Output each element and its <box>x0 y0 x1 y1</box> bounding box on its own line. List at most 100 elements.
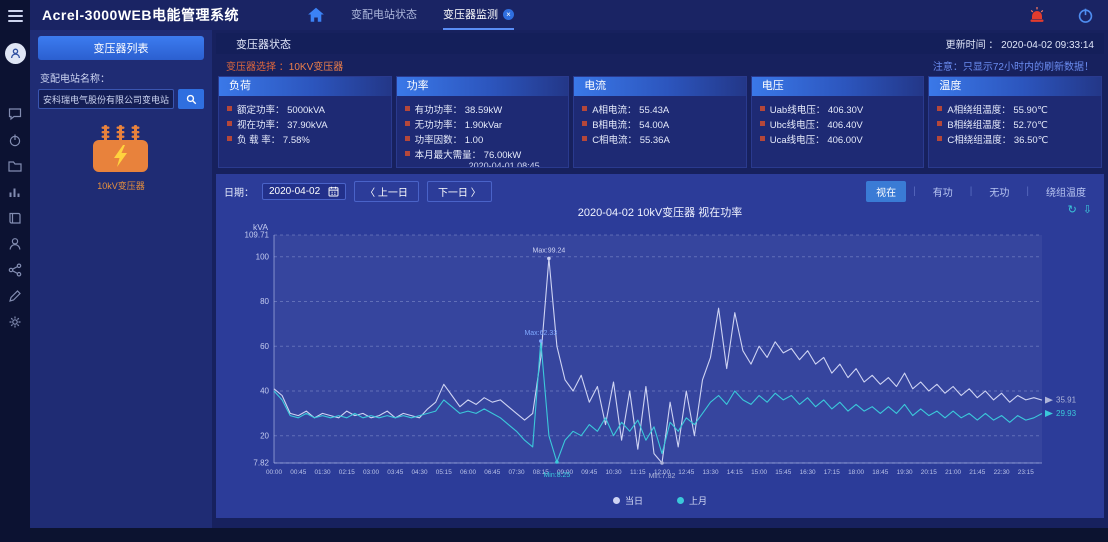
chart-panel: 日期： 2020-04-02 〈 上一日 下一日 〉 视在|有功|无功|绕组温度… <box>216 174 1104 518</box>
metric-tab-2[interactable]: 有功 <box>923 181 963 202</box>
metric-tab-4[interactable]: 绕组温度 <box>1036 181 1096 202</box>
metric-text: A相电流： 55.43A <box>592 102 669 116</box>
next-day-button[interactable]: 下一日 〉 <box>427 181 492 202</box>
svg-text:05:15: 05:15 <box>436 469 452 476</box>
card-metric: A相绕组温度： 55.90℃ <box>937 101 1095 116</box>
selector-label: 变压器选择 ： <box>226 62 289 73</box>
icon-rail <box>0 0 30 542</box>
status-card: 电压Uab线电压： 406.30VUbc线电压： 406.40VUca线电压： … <box>751 76 925 168</box>
calendar-icon <box>328 186 339 197</box>
home-icon[interactable] <box>307 6 325 24</box>
search-button[interactable] <box>178 89 204 109</box>
metric-text: 额定功率： 5000kVA <box>237 102 325 116</box>
restore-icon[interactable]: ↻ <box>1068 203 1077 217</box>
transformer-selector[interactable]: 变压器选择 ：10KV变压器 <box>226 58 343 73</box>
card-title: 负荷 <box>219 77 391 96</box>
gear-icon[interactable] <box>7 314 23 330</box>
svg-text:29.93: 29.93 <box>1056 409 1077 418</box>
card-metric: Uca线电压： 406.00V <box>760 131 918 146</box>
svg-text:06:00: 06:00 <box>460 469 476 476</box>
card-title: 电压 <box>752 77 924 96</box>
power-icon[interactable] <box>7 132 23 148</box>
card-title: 功率 <box>397 77 569 96</box>
bullet-icon <box>937 136 942 141</box>
app-title: Acrel-3000WEB电能管理系统 <box>42 5 239 25</box>
prev-day-button[interactable]: 〈 上一日 <box>354 181 419 202</box>
message-icon[interactable] <box>7 106 23 122</box>
update-time-label: 更新时间 ： <box>946 40 999 51</box>
bullet-icon <box>582 121 587 126</box>
chart-actions: ↻⇩ <box>1068 203 1092 217</box>
chart-area: kVA109.71100806040207.8200:0000:4501:300… <box>224 221 1096 492</box>
card-metric: C相绕组温度： 36.50℃ <box>937 131 1095 146</box>
tab-separator: | <box>970 186 973 197</box>
folder-icon[interactable] <box>7 158 23 174</box>
svg-text:Min:8.25: Min:8.25 <box>543 472 570 479</box>
tab-separator: | <box>1026 186 1029 197</box>
metric-text: 功率因数： 1.00 <box>415 132 484 146</box>
station-search-input[interactable] <box>38 89 174 109</box>
bullet-icon <box>760 106 765 111</box>
svg-text:17:15: 17:15 <box>824 469 840 476</box>
bullet-icon <box>760 136 765 141</box>
save-image-icon[interactable]: ⇩ <box>1083 203 1092 217</box>
book-icon[interactable] <box>7 210 23 226</box>
tab-label: 变配电站状态 <box>351 6 417 22</box>
svg-text:00:45: 00:45 <box>290 469 306 476</box>
status-header: 变压器状态 更新时间 ： 2020-04-02 09:33:14 <box>216 33 1104 54</box>
metric-tab-3[interactable]: 无功 <box>979 181 1019 202</box>
main-content: 变压器状态 更新时间 ： 2020-04-02 09:33:14 变压器选择 ：… <box>212 30 1108 528</box>
card-metric: A相电流： 55.43A <box>582 101 740 116</box>
legend-item-2[interactable]: 上月 <box>677 494 707 507</box>
edit-icon[interactable] <box>7 288 23 304</box>
chart-legend: 当日 上月 <box>224 492 1096 508</box>
bullet-icon <box>227 121 232 126</box>
card-metric: 无功功率： 1.90kVar <box>405 116 563 131</box>
bullet-icon <box>582 136 587 141</box>
notice-text: 注意：只显示72小时内的刷新数据！ <box>933 58 1094 73</box>
svg-text:19:30: 19:30 <box>897 469 913 476</box>
svg-text:109.71: 109.71 <box>245 231 270 240</box>
metric-tabs: 视在|有功|无功|绕组温度 <box>866 181 1096 202</box>
card-metric: Ubc线电压： 406.40V <box>760 116 918 131</box>
svg-text:14:15: 14:15 <box>727 469 743 476</box>
station-search-row <box>38 89 204 109</box>
share-icon[interactable] <box>7 262 23 278</box>
bullet-icon <box>760 121 765 126</box>
card-body: 额定功率： 5000kVA视在功率： 37.90kVA负 载 率： 7.58% <box>219 96 391 146</box>
tab-close-icon[interactable]: × <box>503 9 514 20</box>
menu-icon[interactable] <box>8 7 23 25</box>
top-actions <box>1029 6 1094 24</box>
card-metric: 额定功率： 5000kVA <box>227 101 385 116</box>
svg-text:100: 100 <box>256 252 270 261</box>
tab-substation-status[interactable]: 变配电站状态 <box>351 0 417 30</box>
chart-title-row: 2020-04-02 10kV变压器 视在功率 ↻⇩ <box>224 203 1096 221</box>
chart-title: 2020-04-02 10kV变压器 视在功率 <box>578 207 742 219</box>
update-time-value: 2020-04-02 09:33:14 <box>1001 40 1094 51</box>
metric-text: A相绕组温度： 55.90℃ <box>947 102 1047 116</box>
alarm-icon[interactable] <box>1029 6 1045 24</box>
status-card: 负荷额定功率： 5000kVA视在功率： 37.90kVA负 载 率： 7.58… <box>218 76 392 168</box>
svg-text:03:45: 03:45 <box>387 469 403 476</box>
date-picker[interactable]: 2020-04-02 <box>262 183 346 200</box>
status-card: 功率有功功率： 38.59kW无功功率： 1.90kVar功率因数： 1.00本… <box>396 76 570 168</box>
chart-icon[interactable] <box>7 184 23 200</box>
legend-dot-icon <box>677 497 684 504</box>
date-label: 日期： <box>224 184 254 199</box>
bullet-icon <box>227 106 232 111</box>
bullet-icon <box>937 121 942 126</box>
card-metric: B相绕组温度： 52.70℃ <box>937 116 1095 131</box>
card-metric: 有功功率： 38.59kW <box>405 101 563 116</box>
svg-text:06:45: 06:45 <box>484 469 500 476</box>
svg-text:22:30: 22:30 <box>994 469 1010 476</box>
metric-text: 负 载 率： 7.58% <box>237 132 310 146</box>
metric-text: 视在功率： 37.90kVA <box>237 117 328 131</box>
tab-transformer-monitor[interactable]: 变压器监测 × <box>443 0 514 30</box>
device-item-10kv-transformer[interactable]: 10kV变压器 <box>38 123 204 192</box>
avatar[interactable] <box>5 43 26 64</box>
legend-item-1[interactable]: 当日 <box>613 494 643 507</box>
metric-tab-1[interactable]: 视在 <box>866 181 906 202</box>
transformer-list-button[interactable]: 变压器列表 <box>38 36 204 60</box>
user-icon[interactable] <box>7 236 23 252</box>
power-logout-icon[interactable] <box>1077 7 1094 24</box>
